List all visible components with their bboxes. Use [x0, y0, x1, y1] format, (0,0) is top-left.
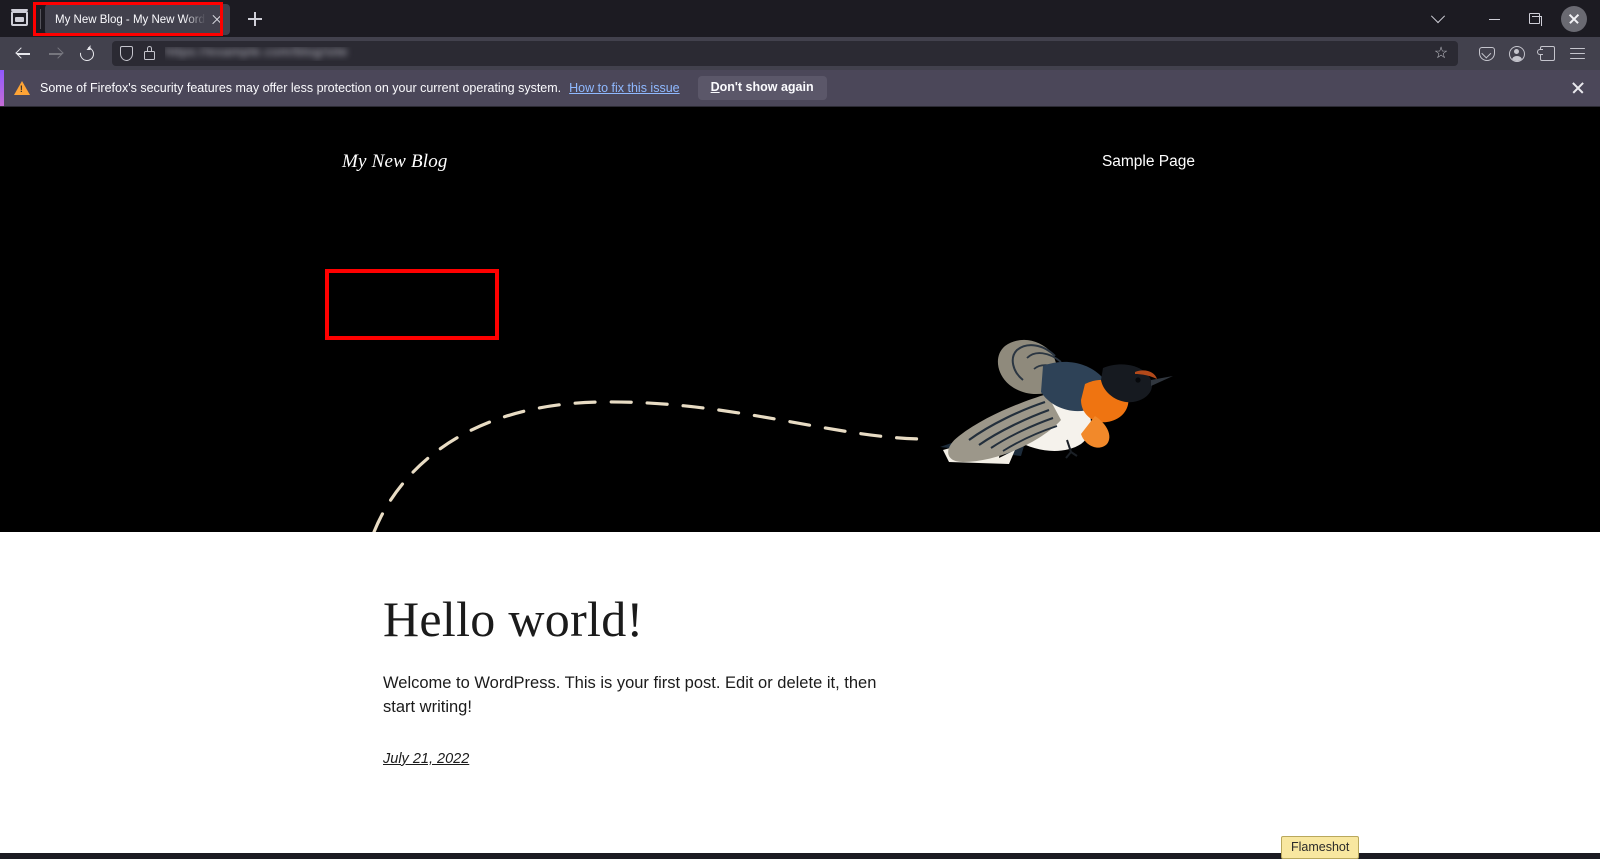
dont-show-again-button[interactable]: Don't show again [697, 76, 827, 100]
site-title[interactable]: My New Blog [342, 151, 448, 173]
chevron-down-icon [1430, 8, 1446, 23]
browser-tab[interactable]: My New Blog - My New WordPr [45, 4, 230, 35]
new-tab-button[interactable] [240, 4, 270, 34]
notification-accent-bar [0, 70, 4, 106]
arrow-right-icon [48, 47, 62, 60]
list-all-tabs-button[interactable] [1418, 2, 1458, 35]
notification-message: Some of Firefox's security features may … [40, 81, 562, 95]
close-window-button[interactable] [1554, 2, 1594, 35]
tab-separator [40, 9, 41, 29]
tab-title: My New Blog - My New WordPr [55, 13, 206, 26]
browser-window: My New Blog - My New WordPr https://exam… [0, 0, 1600, 859]
notification-close-icon[interactable] [1570, 80, 1586, 96]
bookmark-button[interactable]: ☆ [1428, 41, 1454, 66]
minimize-button[interactable] [1474, 2, 1514, 35]
reload-icon [77, 43, 97, 64]
how-to-fix-link[interactable]: How to fix this issue [569, 81, 679, 95]
close-icon [1561, 5, 1587, 32]
maximize-button[interactable] [1514, 2, 1554, 35]
reload-button[interactable] [72, 41, 102, 67]
toolbar-icon-group [1472, 41, 1592, 67]
site-hero-section: My New Blog Sample Page [0, 107, 1600, 532]
site-navigation: Sample Page [1102, 153, 1195, 171]
extensions-icon [1536, 46, 1555, 61]
flameshot-tooltip: Flameshot [1281, 836, 1360, 859]
post-body-text: Welcome to WordPress. This is your first… [383, 674, 877, 716]
maximize-icon [1528, 13, 1542, 26]
post-date-link[interactable]: July 21, 2022 [383, 751, 469, 767]
button-label-rest: on't show again [719, 80, 814, 95]
shield-icon[interactable] [120, 46, 133, 61]
extensions-button[interactable] [1532, 41, 1562, 67]
url-input[interactable]: https://example.com/blog/site [165, 47, 1428, 61]
site-header: My New Blog Sample Page [0, 107, 1600, 173]
hamburger-menu-icon [1569, 47, 1585, 60]
app-menu-button[interactable] [1562, 41, 1592, 67]
url-text: https://example.com/blog/site [165, 46, 348, 59]
pocket-icon [1479, 46, 1495, 61]
pocket-button[interactable] [1472, 41, 1502, 67]
forward-button[interactable] [40, 41, 70, 67]
button-accesskey: D [710, 80, 720, 95]
account-icon [1509, 45, 1525, 62]
nav-link-sample-page[interactable]: Sample Page [1102, 153, 1195, 170]
lock-icon[interactable] [144, 46, 155, 60]
arrow-left-icon [16, 47, 30, 60]
back-button[interactable] [8, 41, 38, 67]
star-icon: ☆ [1433, 44, 1449, 62]
firefox-view-icon [10, 9, 28, 26]
url-bar[interactable]: https://example.com/blog/site ☆ [112, 41, 1458, 66]
warning-triangle-icon [14, 81, 30, 95]
navigation-toolbar: https://example.com/blog/site ☆ [0, 37, 1600, 70]
firefox-view-button[interactable] [2, 2, 36, 35]
security-notification-bar: Some of Firefox's security features may … [0, 70, 1600, 107]
tab-strip: My New Blog - My New WordPr [0, 0, 1600, 37]
post-title: Hello world! [383, 591, 644, 647]
window-controls [1418, 0, 1600, 37]
post-article: Hello world! Welcome to WordPress. This … [0, 532, 1600, 768]
page-viewport: My New Blog Sample Page Hello world! Wel… [0, 107, 1600, 853]
site-title-annotation-highlight [325, 269, 499, 340]
tab-close-icon[interactable] [208, 11, 226, 29]
account-button[interactable] [1502, 41, 1532, 67]
